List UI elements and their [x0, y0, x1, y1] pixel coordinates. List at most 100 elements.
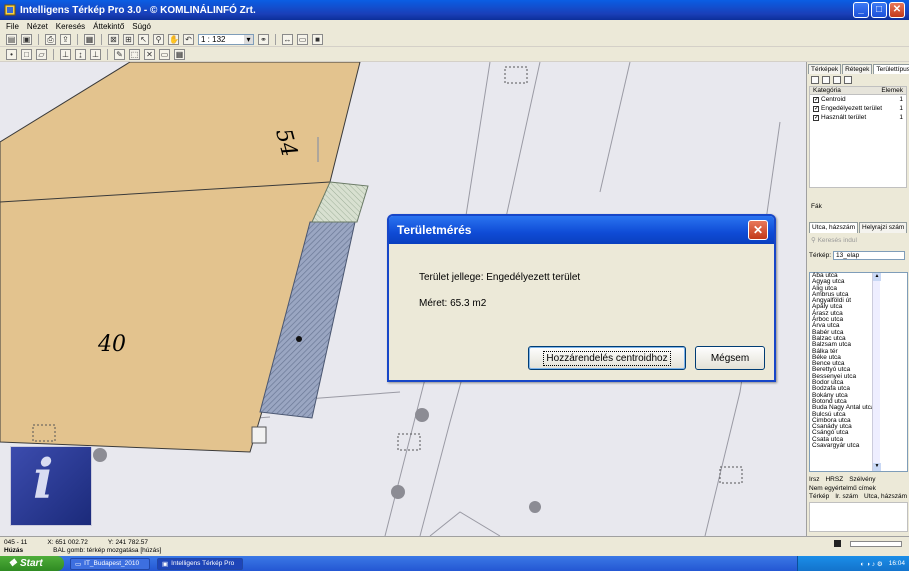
check-icon[interactable]: ✓ — [813, 106, 819, 112]
start-label: Start — [19, 558, 43, 569]
dialog-close-button[interactable]: ✕ — [748, 220, 768, 240]
undo-icon[interactable]: ↶ — [183, 33, 194, 45]
street-list[interactable]: Aba utca Agyag utca Alig utca Ambrus utca An… — [809, 272, 908, 472]
color-icon[interactable] — [844, 76, 852, 84]
window-close-button[interactable]: ✕ — [889, 2, 905, 18]
start-button[interactable]: ❖ Start — [0, 556, 64, 571]
assign-centroid-label: Hozzárendelés centroidhoz — [543, 350, 671, 366]
ambiguous-note-text: Nem egyértelmű címek — [809, 485, 876, 492]
tab-maps[interactable]: Térképek — [808, 64, 842, 74]
edit-icon[interactable]: ✎ — [114, 48, 125, 60]
tab-sheet[interactable]: Szélvény — [849, 476, 875, 483]
polygon-icon[interactable]: ▱ — [36, 48, 47, 60]
folder-icon: ▭ — [75, 560, 82, 568]
zoom-window-icon[interactable]: ⊞ — [123, 33, 134, 45]
col-postcode[interactable]: Ir. szám — [835, 493, 858, 500]
tab-area-types[interactable]: Területtípusok — [873, 64, 909, 74]
tab-street-address[interactable]: Utca, házszám — [809, 222, 858, 233]
map-symbol — [251, 426, 267, 444]
tab-layers[interactable]: Rétegek — [842, 64, 873, 74]
app-icon — [4, 4, 16, 16]
minimize-button[interactable]: _ — [853, 2, 869, 18]
new-icon[interactable] — [811, 76, 819, 84]
area-icon[interactable]: ⊥ — [90, 48, 101, 60]
menu-search[interactable]: Keresés — [56, 22, 85, 31]
layer-list: ✓ Centroid 1 ✓ Engedélyezett terület 1 ✓ Hasz… — [809, 95, 907, 188]
menu-file[interactable]: File — [6, 22, 19, 31]
maximize-button[interactable]: □ — [871, 2, 887, 18]
pan-icon[interactable]: ✋ — [168, 33, 179, 45]
layer-row[interactable]: ✓ Centroid 1 — [810, 95, 906, 104]
map-symbol — [504, 66, 528, 84]
window-icon[interactable]: ▭ — [297, 33, 308, 45]
scroll-down-icon[interactable]: ▼ — [873, 463, 881, 471]
area-size-text: Méret: 65.3 m2 — [419, 298, 487, 309]
save-icon[interactable]: ▣ — [21, 33, 32, 45]
ambiguous-note: Nem egyértelmű címek — [809, 485, 876, 492]
map-select[interactable]: 13_elap — [833, 251, 906, 260]
tab-parcel-number[interactable]: Helyrajzi szám — [859, 222, 908, 233]
cancel-button[interactable]: Mégsem — [695, 346, 765, 370]
measure-icon[interactable]: ↔ — [282, 33, 293, 45]
status-code: 045 - 11 — [4, 539, 28, 546]
centroid-point[interactable] — [296, 336, 302, 342]
open-icon[interactable]: ▤ — [6, 33, 17, 45]
menu-view[interactable]: Nézet — [27, 22, 48, 31]
col-address[interactable]: Utca, házszám — [864, 493, 907, 500]
street-list-item[interactable]: Csavargyár utca — [810, 442, 907, 449]
status-bar: 045 - 11 X: 651 002.72 Y: 241 782.57 Húz… — [0, 536, 909, 556]
panel-tabs: Térképek Rétegek Területtípusok — [807, 62, 909, 74]
properties-icon[interactable]: ▭ — [159, 48, 170, 60]
taskbar-item-folder-label: IT_Budapest_2010 — [84, 560, 140, 567]
result-columns: Térkép Ir. szám Utca, házszám — [809, 493, 907, 500]
status-progress — [850, 541, 902, 547]
check-icon[interactable]: ✓ — [813, 115, 819, 121]
right-panel: Térképek Rétegek Területtípusok Kategóri… — [806, 62, 909, 536]
pointer-icon[interactable]: ↖ — [138, 33, 149, 45]
count-header: Elemek — [881, 87, 903, 94]
select-icon[interactable]: ⬚ — [129, 48, 140, 60]
layers-icon[interactable]: ▦ — [84, 33, 95, 45]
edit-icon[interactable] — [822, 76, 830, 84]
export-icon[interactable]: ⇪ — [60, 33, 71, 45]
menu-help[interactable]: Súgó — [132, 22, 151, 31]
map-symbol — [719, 466, 743, 484]
toolbar-separator — [101, 33, 102, 45]
chevron-down-icon[interactable]: ▾ — [244, 34, 253, 44]
scroll-up-icon[interactable]: ▲ — [873, 273, 881, 281]
search-button[interactable]: ⚲ Keresés indul — [811, 236, 857, 244]
line-icon[interactable]: ⊥ — [60, 48, 71, 60]
main-toolbar: ▤ ▣ ⎙ ⇪ ▦ ⊠ ⊞ ↖ ⚲ ✋ ↶ 1 : 132 ▾ ⚭ ↔ ▭ ■ — [0, 32, 909, 47]
zoom-scale-input[interactable]: 1 : 132 ▾ — [198, 33, 254, 45]
point-icon[interactable]: • — [6, 48, 17, 60]
zoom-icon[interactable]: ⚲ — [153, 33, 164, 45]
area-type-text: Terület jellege: Engedélyezett terület — [419, 272, 581, 283]
check-icon[interactable]: ✓ — [813, 97, 819, 103]
tray-icons[interactable]: ◐ ◑ ♪ ⚙ — [860, 560, 882, 568]
col-map[interactable]: Térkép — [809, 493, 829, 500]
delete-icon[interactable] — [833, 76, 841, 84]
toolbar-separator — [275, 33, 276, 45]
layer-row[interactable]: ✓ Engedélyezett terület 1 — [810, 104, 906, 113]
toolbar-separator — [53, 48, 54, 60]
table-icon[interactable]: ▦ — [174, 48, 185, 60]
stop-icon[interactable]: ■ — [312, 33, 323, 45]
zoom-extent-icon[interactable]: ⊠ — [108, 33, 119, 45]
print-icon[interactable]: ⎙ — [45, 33, 56, 45]
taskbar-item-folder[interactable]: ▭ IT_Budapest_2010 — [70, 557, 150, 570]
delete-icon[interactable]: ✕ — [144, 48, 155, 60]
dialog-title: Területmérés — [389, 216, 774, 244]
dimension-icon[interactable]: ↨ — [75, 48, 86, 60]
menu-overview[interactable]: Áttekintő — [93, 22, 124, 31]
tab-hrsz[interactable]: HRSZ — [825, 476, 843, 483]
layer-row[interactable]: ✓ Használt terület 1 — [810, 113, 906, 122]
binoculars-icon[interactable]: ⚭ — [258, 33, 269, 45]
result-list[interactable] — [809, 502, 908, 532]
tab-postcode[interactable]: Irsz — [809, 476, 819, 483]
assign-centroid-button[interactable]: Hozzárendelés centroidhoz — [528, 346, 686, 370]
category-header: Kategória — [813, 87, 841, 94]
rectangle-icon[interactable]: □ — [21, 48, 32, 60]
taskbar-item-app[interactable]: ▣ Intelligens Térkép Pro — [157, 557, 243, 570]
street-scrollbar[interactable]: ▲ ▼ — [872, 273, 881, 471]
parcel-number-40: 40 — [97, 332, 126, 357]
